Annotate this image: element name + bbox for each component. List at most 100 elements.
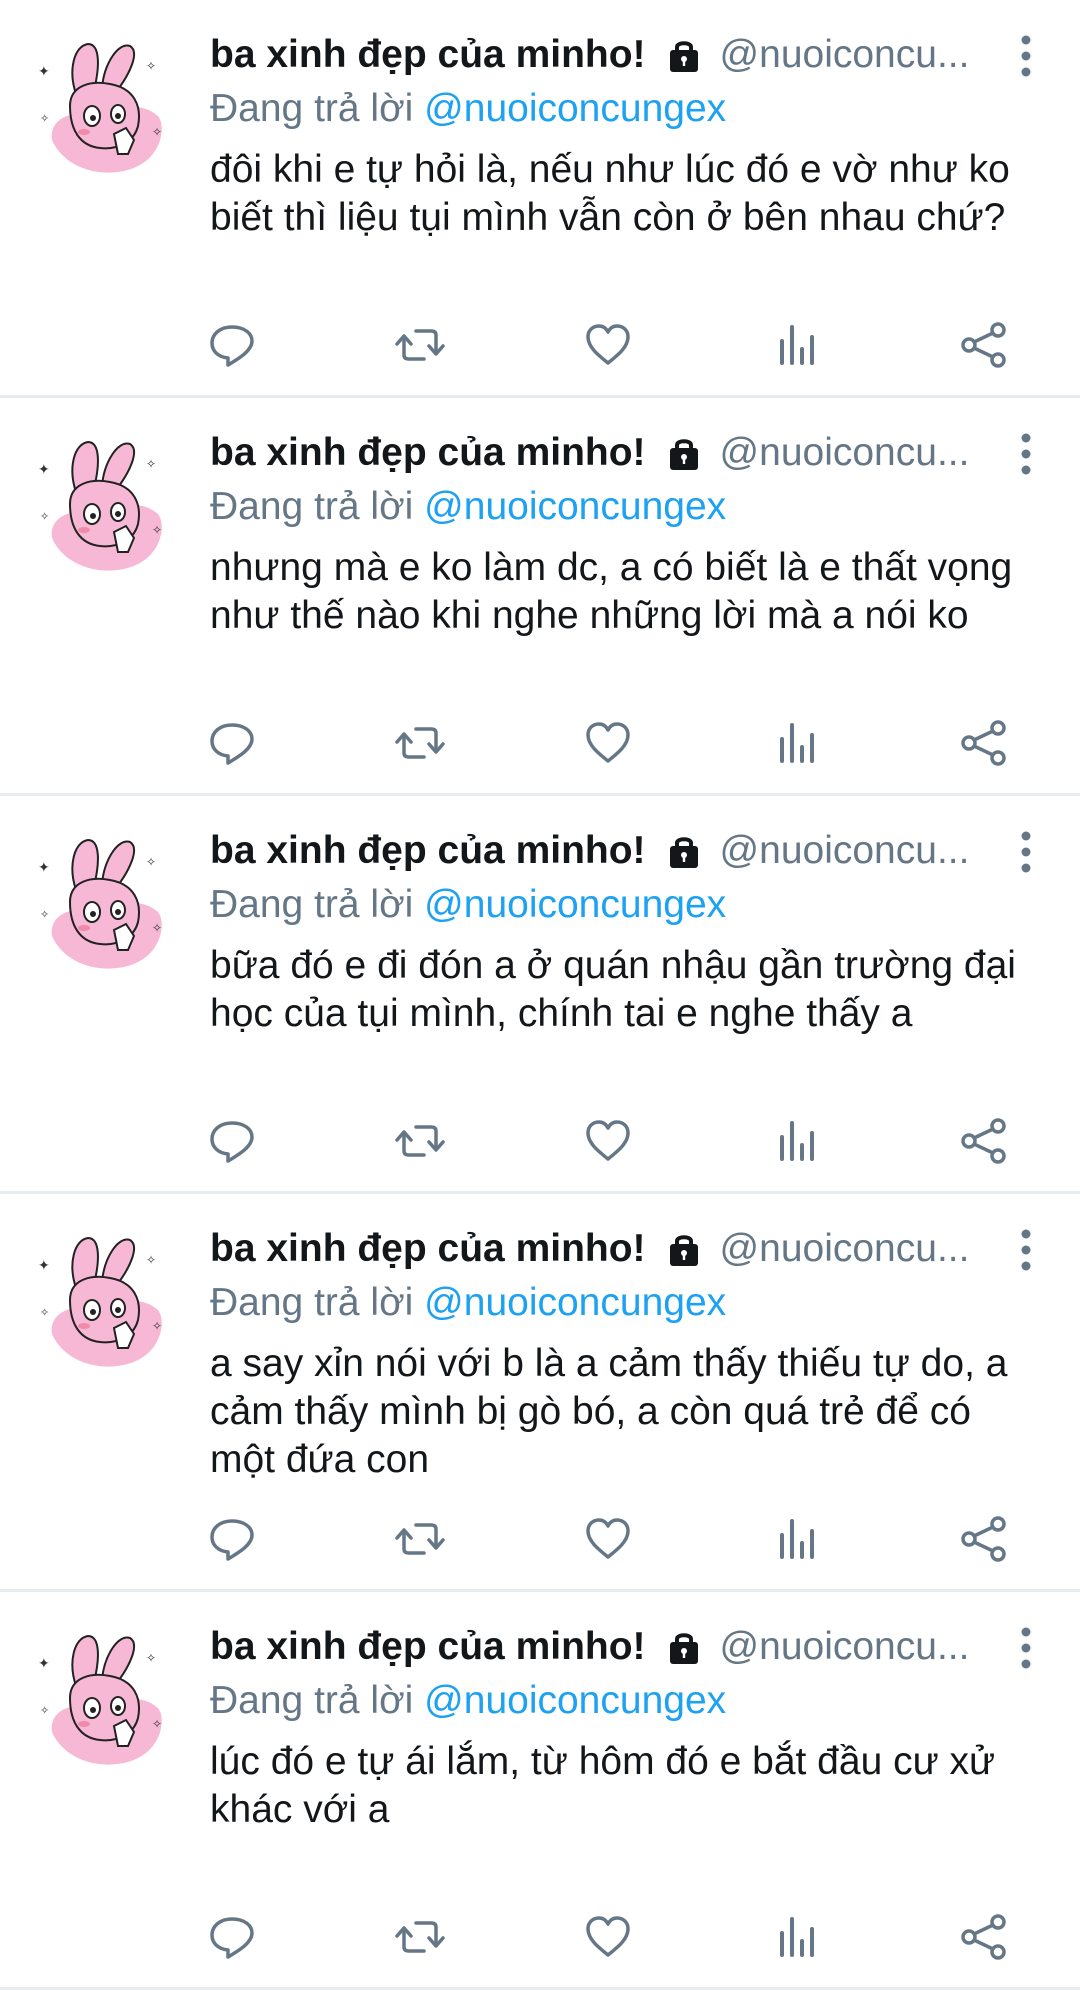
tweet-content: ba xinh đẹp của minho! @nuoiconcu... Đan… (210, 1618, 1040, 1834)
tweet-actions (210, 711, 1010, 771)
heart-icon[interactable] (582, 1115, 634, 1167)
lock-icon (664, 1627, 704, 1667)
svg-text:✧: ✧ (40, 909, 49, 921)
user-handle[interactable]: @nuoiconcu... (720, 431, 970, 475)
svg-text:✧: ✧ (40, 113, 49, 125)
avatar[interactable]: ✦ ✧ ✧ ✧ (30, 1230, 180, 1380)
tweet-content: ba xinh đẹp của minho! @nuoiconcu... Đan… (210, 26, 1040, 242)
retweet-icon[interactable] (394, 717, 446, 769)
tweet[interactable]: ✦ ✧ ✧ ✧ ba xinh đẹp của minho! @nuoiconc… (0, 1194, 1080, 1592)
analytics-icon[interactable] (770, 319, 822, 371)
replying-to: Đang trả lời @nuoiconcungex (210, 880, 1040, 930)
tweet-header: ba xinh đẹp của minho! @nuoiconcu... (210, 424, 1040, 482)
avatar[interactable]: ✦ ✧ ✧ ✧ (30, 832, 180, 982)
svg-text:✧: ✧ (146, 855, 156, 869)
svg-text:✧: ✧ (40, 1307, 49, 1319)
replying-to: Đang trả lời @nuoiconcungex (210, 482, 1040, 532)
tweet-header: ba xinh đẹp của minho! @nuoiconcu... (210, 822, 1040, 880)
user-handle[interactable]: @nuoiconcu... (720, 829, 970, 873)
svg-text:✧: ✧ (152, 125, 162, 139)
heart-icon[interactable] (582, 717, 634, 769)
tweet[interactable]: ✦ ✧ ✧ ✧ ba xinh đẹp của minho! @nuoiconc… (0, 0, 1080, 398)
tweet[interactable]: ✦ ✧ ✧ ✧ ba xinh đẹp của minho! @nuoiconc… (0, 1592, 1080, 1990)
display-name[interactable]: ba xinh đẹp của minho! (210, 1625, 646, 1669)
avatar[interactable]: ✦ ✧ ✧ ✧ (30, 36, 180, 186)
tweet[interactable]: ✦ ✧ ✧ ✧ ba xinh đẹp của minho! @nuoiconc… (0, 796, 1080, 1194)
reply-icon[interactable] (206, 319, 258, 371)
tweet-text: nhưng mà e ko làm dc, a có biết là e thấ… (210, 546, 1013, 637)
lock-icon (664, 433, 704, 473)
more-vertical-icon[interactable] (1012, 432, 1040, 476)
replying-to-label: Đang trả lời (210, 87, 414, 130)
user-handle[interactable]: @nuoiconcu... (720, 1227, 970, 1271)
share-icon[interactable] (958, 1115, 1010, 1167)
tweet-text: đôi khi e tự hỏi là, nếu như lúc đó e vờ… (210, 148, 1010, 239)
svg-text:✧: ✧ (152, 921, 162, 935)
retweet-icon[interactable] (394, 1513, 446, 1565)
display-name[interactable]: ba xinh đẹp của minho! (210, 33, 646, 77)
analytics-icon[interactable] (770, 1911, 822, 1963)
heart-icon[interactable] (582, 319, 634, 371)
replying-to-mention[interactable]: @nuoiconcungex (424, 883, 726, 926)
svg-text:✦: ✦ (38, 461, 50, 477)
tweet-content: ba xinh đẹp của minho! @nuoiconcu... Đan… (210, 1220, 1040, 1484)
svg-text:✧: ✧ (40, 1705, 49, 1717)
lock-icon (664, 831, 704, 871)
share-icon[interactable] (958, 319, 1010, 371)
replying-to-mention[interactable]: @nuoiconcungex (424, 87, 726, 130)
heart-icon[interactable] (582, 1911, 634, 1963)
analytics-icon[interactable] (770, 1513, 822, 1565)
svg-text:✦: ✦ (38, 859, 50, 875)
more-vertical-icon[interactable] (1012, 1228, 1040, 1272)
more-vertical-icon[interactable] (1012, 830, 1040, 874)
more-vertical-icon[interactable] (1012, 34, 1040, 78)
lock-icon (664, 1229, 704, 1269)
svg-text:✧: ✧ (40, 511, 49, 523)
replying-to-label: Đang trả lời (210, 1281, 414, 1324)
analytics-icon[interactable] (770, 1115, 822, 1167)
more-vertical-icon[interactable] (1012, 1626, 1040, 1670)
reply-icon[interactable] (206, 717, 258, 769)
reply-icon[interactable] (206, 1911, 258, 1963)
share-icon[interactable] (958, 1513, 1010, 1565)
display-name[interactable]: ba xinh đẹp của minho! (210, 431, 646, 475)
heart-icon[interactable] (582, 1513, 634, 1565)
reply-icon[interactable] (206, 1115, 258, 1167)
svg-text:✧: ✧ (146, 59, 156, 73)
user-handle[interactable]: @nuoiconcu... (720, 1625, 970, 1669)
tweet-feed: ✦ ✧ ✧ ✧ ba xinh đẹp của minho! @nuoiconc… (0, 0, 1080, 1990)
lock-icon (664, 35, 704, 75)
avatar[interactable]: ✦ ✧ ✧ ✧ (30, 1628, 180, 1778)
replying-to-label: Đang trả lời (210, 1679, 414, 1722)
svg-text:✦: ✦ (38, 1257, 50, 1273)
retweet-icon[interactable] (394, 319, 446, 371)
replying-to-mention[interactable]: @nuoiconcungex (424, 485, 726, 528)
replying-to: Đang trả lời @nuoiconcungex (210, 1676, 1040, 1726)
replying-to: Đang trả lời @nuoiconcungex (210, 1278, 1040, 1328)
tweet-content: ba xinh đẹp của minho! @nuoiconcu... Đan… (210, 822, 1040, 1038)
user-handle[interactable]: @nuoiconcu... (720, 33, 970, 77)
tweet-actions (210, 1507, 1010, 1567)
display-name[interactable]: ba xinh đẹp của minho! (210, 1227, 646, 1271)
replying-to-label: Đang trả lời (210, 485, 414, 528)
tweet[interactable]: ✦ ✧ ✧ ✧ ba xinh đẹp của minho! @nuoiconc… (0, 398, 1080, 796)
avatar[interactable]: ✦ ✧ ✧ ✧ (30, 434, 180, 584)
replying-to-mention[interactable]: @nuoiconcungex (424, 1679, 726, 1722)
reply-icon[interactable] (206, 1513, 258, 1565)
svg-text:✧: ✧ (152, 523, 162, 537)
replying-to-label: Đang trả lời (210, 883, 414, 926)
tweet-actions (210, 313, 1010, 373)
replying-to: Đang trả lời @nuoiconcungex (210, 84, 1040, 134)
replying-to-mention[interactable]: @nuoiconcungex (424, 1281, 726, 1324)
share-icon[interactable] (958, 1911, 1010, 1963)
tweet-header: ba xinh đẹp của minho! @nuoiconcu... (210, 1618, 1040, 1676)
retweet-icon[interactable] (394, 1115, 446, 1167)
analytics-icon[interactable] (770, 717, 822, 769)
tweet-text: a say xỉn nói với b là a cảm thấy thiếu … (210, 1342, 1008, 1481)
display-name[interactable]: ba xinh đẹp của minho! (210, 829, 646, 873)
retweet-icon[interactable] (394, 1911, 446, 1963)
svg-text:✦: ✦ (38, 63, 50, 79)
share-icon[interactable] (958, 717, 1010, 769)
svg-text:✧: ✧ (152, 1717, 162, 1731)
tweet-actions (210, 1905, 1010, 1965)
